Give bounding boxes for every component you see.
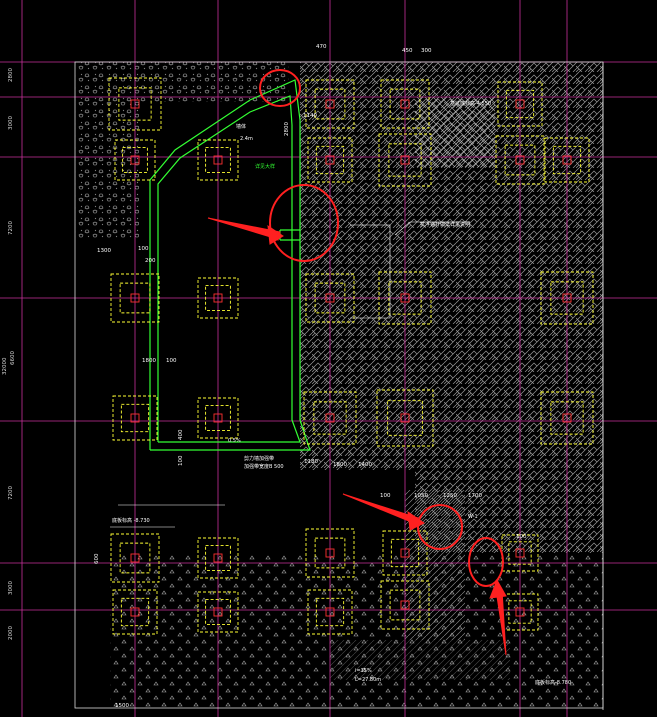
dim-100b: 100 bbox=[166, 358, 177, 364]
dim-left-6600: 6600 bbox=[10, 351, 16, 365]
dim-1800: 1800 bbox=[142, 358, 156, 364]
dim-200a: 200 bbox=[145, 258, 156, 264]
length-l: L=27.80m bbox=[355, 677, 381, 683]
small-label-2: W-1 bbox=[468, 514, 478, 520]
dim-1500: 1500 bbox=[115, 703, 129, 709]
gravel-zone-top bbox=[139, 62, 289, 102]
dim-1300: 1300 bbox=[97, 248, 111, 254]
dim-top-450: 450 bbox=[402, 48, 413, 54]
bottom-right-note: 底板标高-8.780 bbox=[535, 679, 571, 686]
dim-100e: 100 bbox=[516, 534, 527, 540]
dim-1400: 1400 bbox=[358, 462, 372, 468]
detail-note: 详见大样 bbox=[255, 163, 275, 170]
dim-top-300: 300 bbox=[421, 48, 432, 54]
pit-note: 基坑底标高-4.550 bbox=[450, 100, 491, 107]
dim-100a: 100 bbox=[138, 246, 149, 252]
small-label-3: 2.4m bbox=[240, 136, 253, 142]
dim-2800i: 2800 bbox=[284, 122, 290, 136]
dim-1250: 1250 bbox=[443, 493, 457, 499]
slope-label: 0.5% bbox=[228, 438, 241, 444]
dim-1700: 1700 bbox=[468, 493, 482, 499]
bottom-left-note: 底板标高 -8.730 bbox=[112, 517, 150, 524]
dim-100d: 100 bbox=[380, 493, 391, 499]
dim-100c: 100 bbox=[178, 455, 184, 466]
cad-drawing-canvas: 2800 3000 7200 32000 6600 7200 3000 2000… bbox=[0, 0, 657, 717]
wall-note: 剪力墙加强带 bbox=[244, 455, 274, 462]
dim-left-32000: 32000 bbox=[2, 357, 8, 375]
gravel-zone bbox=[75, 62, 139, 240]
dim-left-3000: 3000 bbox=[8, 116, 14, 130]
dim-left-7200b: 7200 bbox=[8, 486, 14, 500]
bottom-strip bbox=[330, 640, 510, 680]
arrow-1-head bbox=[267, 224, 284, 245]
dim-left-2000: 2000 bbox=[8, 626, 14, 640]
small-label-1: 墙体 bbox=[236, 123, 246, 130]
dim-1050: 1050 bbox=[414, 493, 428, 499]
crosshatch-pit bbox=[415, 97, 495, 167]
wall-note-2: 加强带宽度B 500 bbox=[244, 463, 284, 470]
dim-top-470: 470 bbox=[316, 44, 327, 50]
dim-left-2800: 2800 bbox=[8, 68, 14, 82]
wall-inner bbox=[157, 95, 301, 443]
dim-600: 600 bbox=[94, 553, 100, 564]
slope-i: i=35% bbox=[355, 668, 372, 674]
dim-left-3000b: 3000 bbox=[8, 581, 14, 595]
dim-1800b: 1800 bbox=[333, 462, 347, 468]
dim-400: 400 bbox=[178, 429, 184, 440]
dim-1180: 1180 bbox=[304, 459, 318, 465]
dim-left-7200: 7200 bbox=[8, 221, 14, 235]
dim-1140: 1140 bbox=[303, 113, 317, 119]
triangle-zone bbox=[110, 553, 603, 708]
